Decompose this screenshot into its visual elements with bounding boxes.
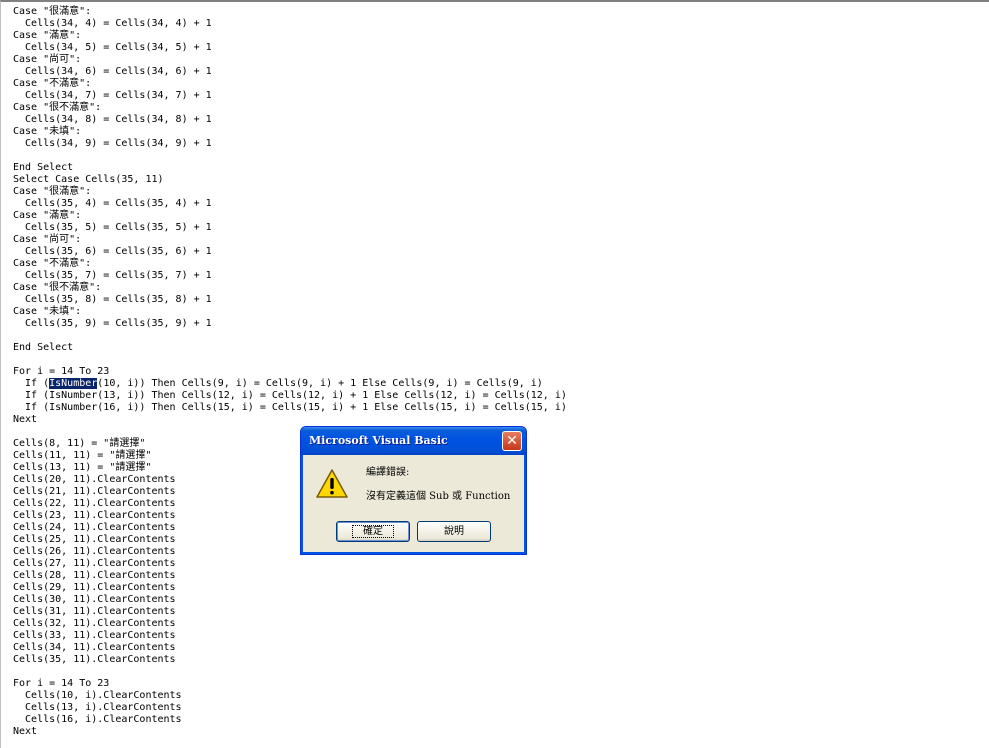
code-line[interactable]: Next [13, 726, 567, 738]
code-line[interactable]: For i = 14 To 23 [13, 678, 567, 690]
code-line[interactable]: End Select [13, 342, 567, 354]
selected-text: IsNumber [49, 378, 98, 389]
code-line[interactable]: Cells(31, 11).ClearContents [13, 606, 567, 618]
code-line[interactable]: Cells(35, 4) = Cells(35, 4) + 1 [13, 198, 567, 210]
code-line[interactable]: Cells(34, 6) = Cells(34, 6) + 1 [13, 66, 567, 78]
code-line[interactable]: For i = 14 To 23 [13, 366, 567, 378]
code-line[interactable]: Cells(27, 11).ClearContents [13, 558, 567, 570]
code-line[interactable]: Cells(10, i).ClearContents [13, 690, 567, 702]
code-line[interactable]: Cells(35, 6) = Cells(35, 6) + 1 [13, 246, 567, 258]
code-line[interactable]: Case "未填": [13, 126, 567, 138]
code-line[interactable]: Case "很滿意": [13, 6, 567, 18]
code-line[interactable]: Cells(34, 5) = Cells(34, 5) + 1 [13, 42, 567, 54]
code-area[interactable]: Case "很滿意": Cells(34, 4) = Cells(34, 4) … [13, 6, 567, 738]
code-line[interactable]: Case "不滿意": [13, 258, 567, 270]
error-message-title: 編譯錯誤: [366, 467, 410, 478]
code-line[interactable]: If (IsNumber(13, i)) Then Cells(12, i) =… [13, 390, 567, 402]
warning-icon [316, 469, 348, 498]
code-line[interactable]: Cells(35, 7) = Cells(35, 7) + 1 [13, 270, 567, 282]
code-line[interactable]: Cells(33, 11).ClearContents [13, 630, 567, 642]
code-line[interactable]: Select Case Cells(35, 11) [13, 174, 567, 186]
code-line[interactable] [13, 150, 567, 162]
ok-button-label: 確定 [352, 525, 394, 538]
code-editor[interactable]: Case "很滿意": Cells(34, 4) = Cells(34, 4) … [0, 0, 989, 748]
code-line[interactable]: Case "很不滿意": [13, 102, 567, 114]
help-button[interactable]: 說明 [417, 521, 491, 542]
code-line[interactable]: Cells(13, i).ClearContents [13, 702, 567, 714]
dialog-title: Microsoft Visual Basic [309, 434, 448, 447]
code-line[interactable]: Cells(35, 8) = Cells(35, 8) + 1 [13, 294, 567, 306]
code-line[interactable]: Case "未填": [13, 306, 567, 318]
code-line[interactable]: Case "很滿意": [13, 186, 567, 198]
code-line[interactable]: Cells(30, 11).ClearContents [13, 594, 567, 606]
code-line[interactable]: Cells(35, 9) = Cells(35, 9) + 1 [13, 318, 567, 330]
code-line[interactable]: Cells(29, 11).ClearContents [13, 582, 567, 594]
code-line[interactable]: If (IsNumber(10, i)) Then Cells(9, i) = … [13, 378, 567, 390]
code-line[interactable]: Cells(34, 4) = Cells(34, 4) + 1 [13, 18, 567, 30]
code-line[interactable]: Case "尚可": [13, 54, 567, 66]
code-line[interactable]: Cells(28, 11).ClearContents [13, 570, 567, 582]
code-line[interactable]: Case "很不滿意": [13, 282, 567, 294]
code-line[interactable]: Cells(35, 11).ClearContents [13, 654, 567, 666]
code-line[interactable]: Cells(32, 11).ClearContents [13, 618, 567, 630]
dialog-body: 編譯錯誤: 沒有定義這個 Sub 或 Function 確定 說明 [304, 455, 523, 551]
code-line[interactable]: Cells(35, 5) = Cells(35, 5) + 1 [13, 222, 567, 234]
code-line[interactable] [13, 330, 567, 342]
code-line[interactable]: Cells(34, 8) = Cells(34, 8) + 1 [13, 114, 567, 126]
ok-button[interactable]: 確定 [336, 521, 410, 542]
code-line[interactable]: Cells(34, 9) = Cells(34, 9) + 1 [13, 138, 567, 150]
close-button[interactable]: ✕ [502, 431, 522, 451]
code-line[interactable]: Next [13, 414, 567, 426]
code-line[interactable]: Case "滿意": [13, 30, 567, 42]
code-line[interactable]: Case "尚可": [13, 234, 567, 246]
error-message-detail: 沒有定義這個 Sub 或 Function [366, 491, 511, 502]
code-line[interactable]: End Select [13, 162, 567, 174]
error-dialog: Microsoft Visual Basic ✕ 編譯錯誤: 沒有定義這個 Su… [300, 426, 527, 555]
code-line[interactable]: If (IsNumber(16, i)) Then Cells(15, i) =… [13, 402, 567, 414]
code-line[interactable] [13, 666, 567, 678]
close-icon: ✕ [506, 433, 518, 449]
code-line[interactable]: Case "滿意": [13, 210, 567, 222]
dialog-titlebar[interactable]: Microsoft Visual Basic ✕ [301, 427, 526, 455]
code-line[interactable] [13, 354, 567, 366]
code-line[interactable]: Case "不滿意": [13, 78, 567, 90]
code-line[interactable]: Cells(34, 7) = Cells(34, 7) + 1 [13, 90, 567, 102]
code-line[interactable]: Cells(16, i).ClearContents [13, 714, 567, 726]
code-line[interactable]: Cells(34, 11).ClearContents [13, 642, 567, 654]
